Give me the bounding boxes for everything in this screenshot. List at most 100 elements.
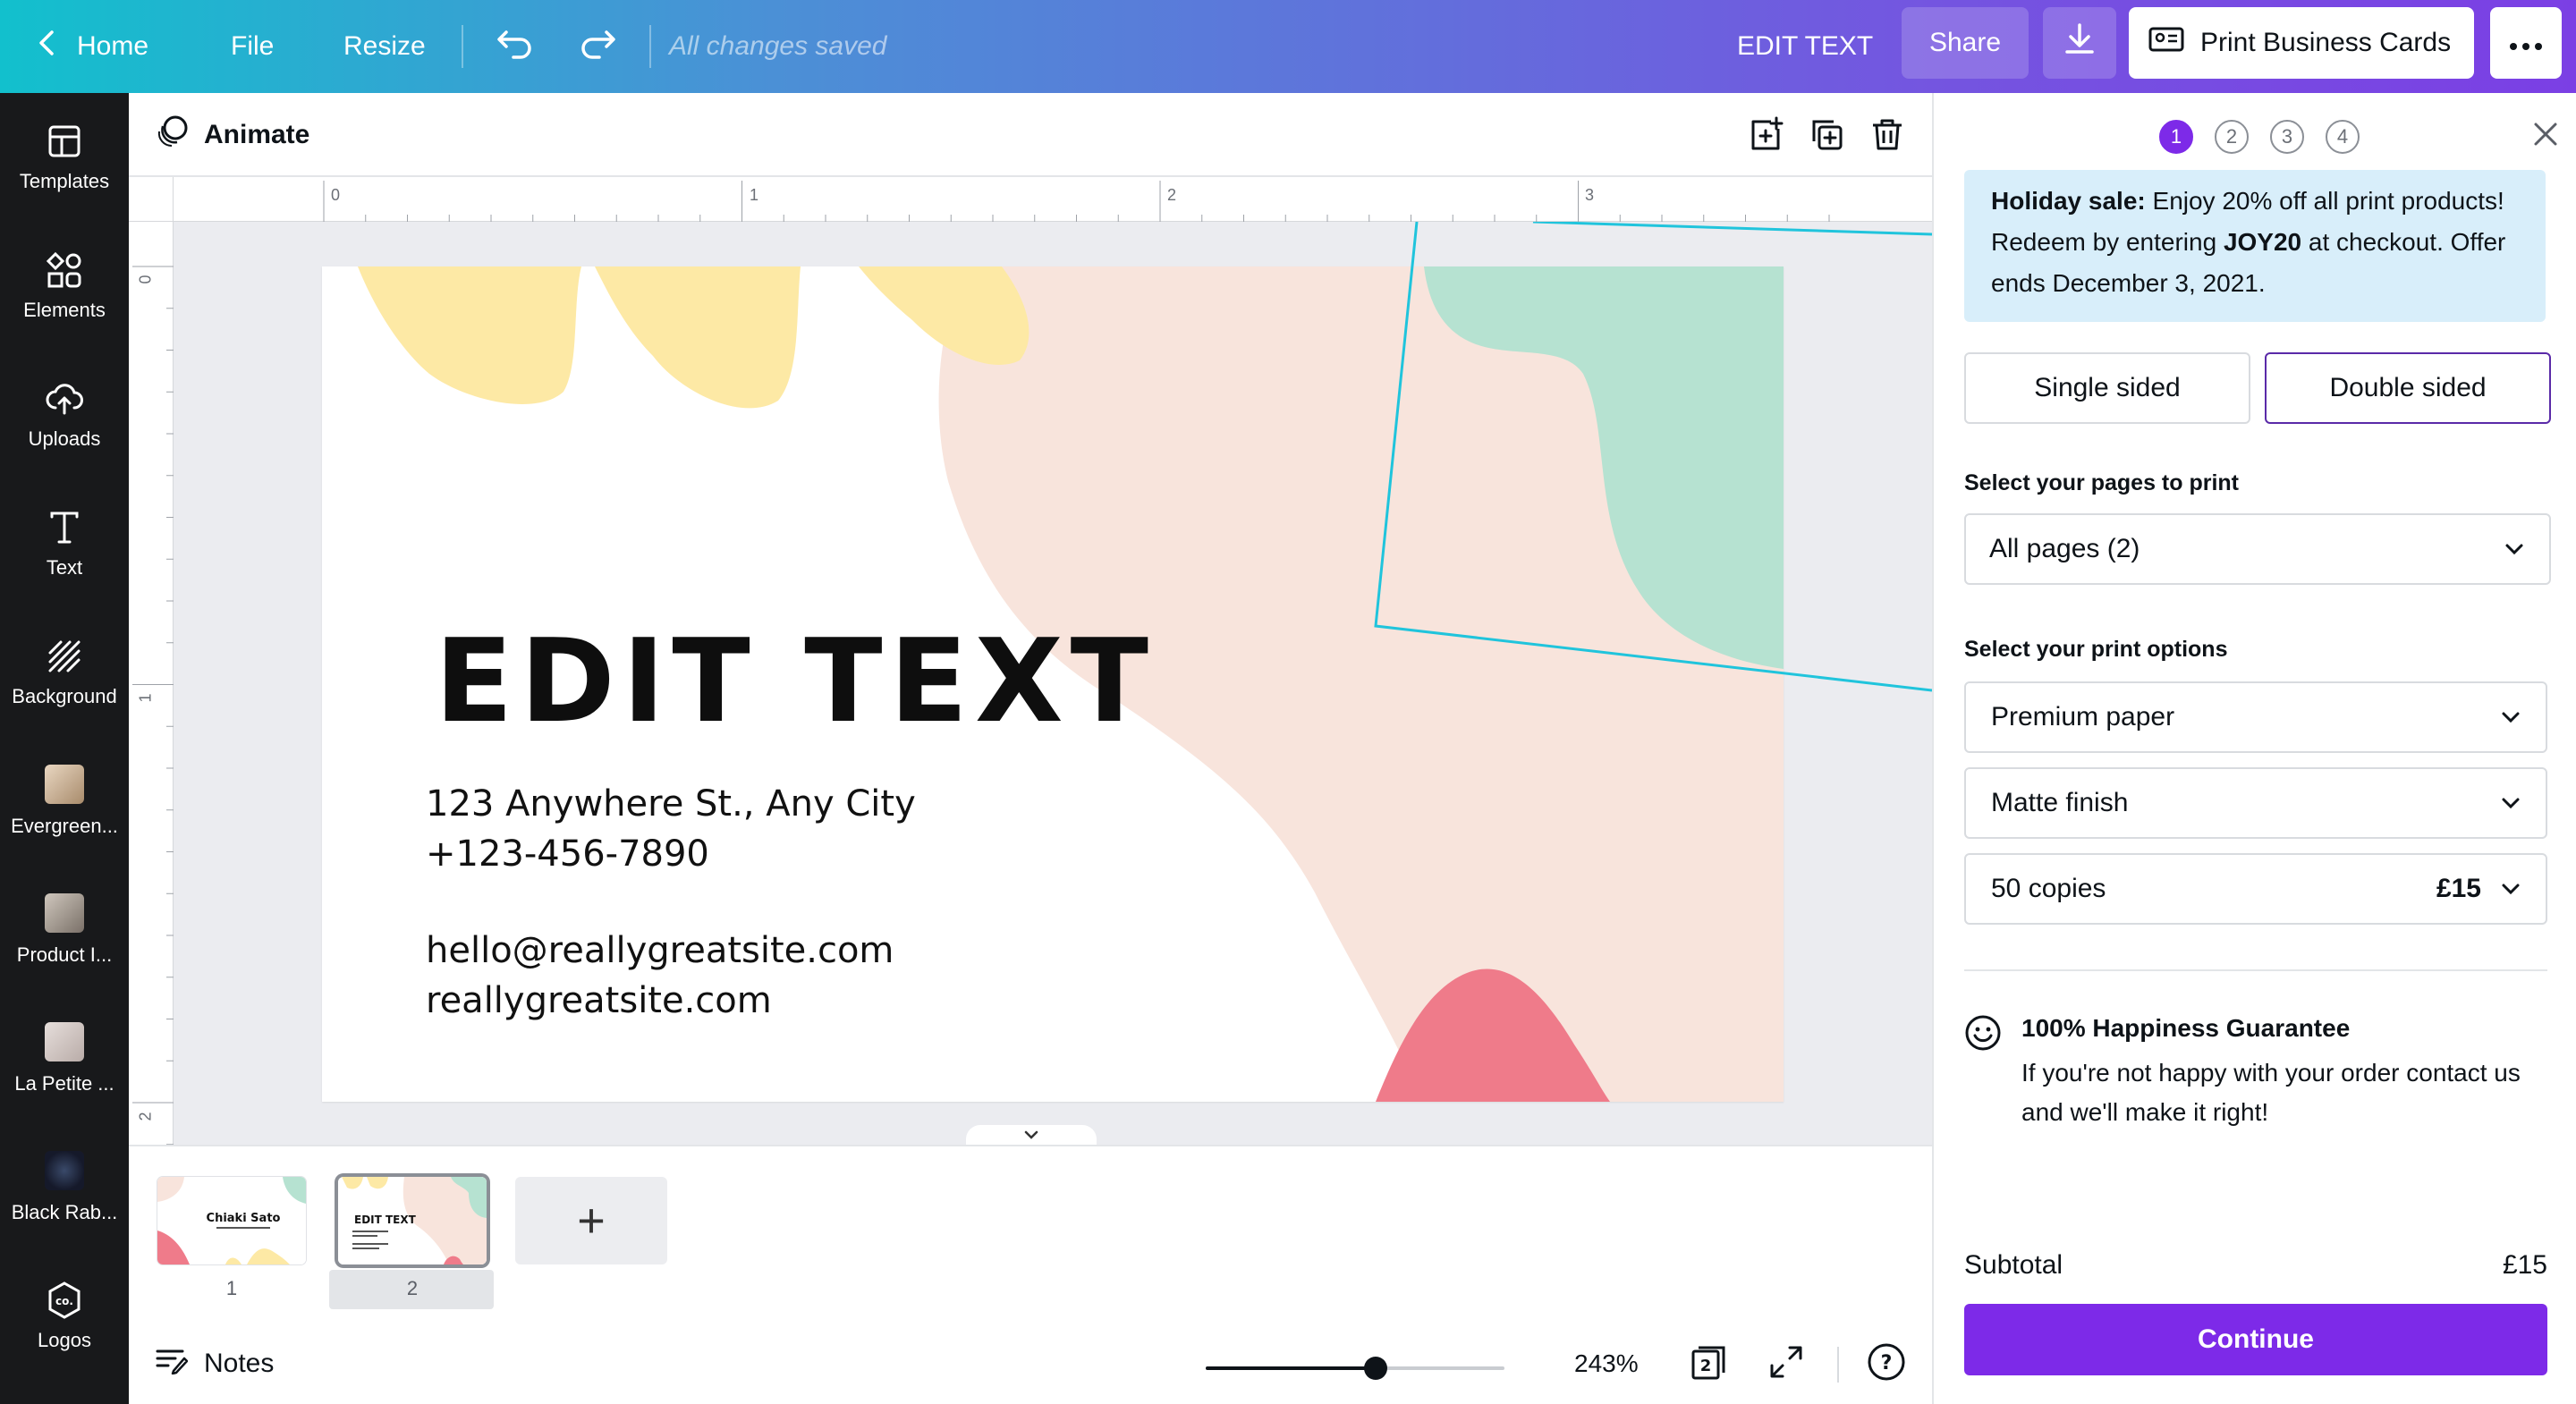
card-title-text[interactable]: EDIT TEXT: [435, 615, 1156, 749]
black-rabbit-thumb: [45, 1151, 84, 1190]
duplicate-page-button[interactable]: [1805, 114, 1848, 157]
redo-icon: [578, 27, 617, 66]
sidebar-item-uploads[interactable]: Uploads: [0, 351, 129, 479]
add-page-tile[interactable]: +: [515, 1177, 667, 1264]
double-sided-option[interactable]: Double sided: [2265, 352, 2551, 424]
share-button[interactable]: Share: [1902, 7, 2029, 79]
yellow-blob: [358, 266, 581, 404]
sidebar-item-background[interactable]: Background: [0, 608, 129, 737]
divider: [1964, 969, 2547, 971]
sidebar-item-label: La Petite ...: [14, 1072, 114, 1095]
thumb-text: Chiaki Sato: [207, 1212, 281, 1225]
step-indicator: 1 2 3 4: [1934, 114, 2576, 156]
card-email[interactable]: hello@reallygreatsite.com: [426, 930, 894, 971]
print-business-cards-button[interactable]: Print Business Cards: [2129, 7, 2474, 79]
sidebar-item-product[interactable]: Product I...: [0, 866, 129, 994]
page-number: 2: [406, 1277, 419, 1299]
sidebar-item-evergreen[interactable]: Evergreen...: [0, 737, 129, 866]
save-status: All changes saved: [669, 31, 887, 61]
undo-icon: [496, 27, 535, 66]
page-thumbnail-2[interactable]: EDIT TEXT: [338, 1177, 487, 1264]
card-phone[interactable]: +123-456-7890: [426, 833, 709, 875]
subtotal-row: Subtotal £15: [1964, 1250, 2547, 1281]
pages-label: Select your pages to print: [1964, 470, 2240, 495]
guarantee-title: 100% Happiness Guarantee: [2021, 1014, 2351, 1042]
single-sided-option[interactable]: Single sided: [1964, 352, 2250, 424]
pages-strip: Chiaki Sato 1 EDIT TEXT 2 +: [129, 1145, 1932, 1324]
elements-icon: [45, 250, 84, 290]
chevron-left-icon: [36, 29, 57, 64]
zoom-slider-handle[interactable]: [1364, 1357, 1388, 1380]
canvas-stage[interactable]: EDIT TEXT 123 Anywhere St., Any City +12…: [174, 222, 1932, 1145]
paper-select[interactable]: Premium paper: [1964, 681, 2547, 753]
copies-select[interactable]: 50 copies £15: [1964, 853, 2547, 925]
page-thumbnail-1[interactable]: Chiaki Sato: [157, 1177, 306, 1264]
ruler-top-ticks: [323, 181, 1830, 222]
page-thumbnail-art: EDIT TEXT: [338, 1177, 487, 1264]
svg-text:co.: co.: [55, 1295, 73, 1307]
more-button[interactable]: [2490, 7, 2562, 79]
editor-toolbar: Animate: [129, 93, 1932, 177]
card-address[interactable]: 123 Anywhere St., Any City: [426, 783, 916, 825]
pages-icon: 2: [1690, 1342, 1729, 1386]
download-button[interactable]: [2043, 7, 2116, 79]
step-1[interactable]: 1: [2159, 120, 2193, 154]
zoom-slider[interactable]: [1206, 1357, 1504, 1380]
sidebar-item-label: Background: [12, 685, 117, 707]
redo-button[interactable]: [578, 0, 617, 93]
sidebar-item-la-petite[interactable]: La Petite ...: [0, 994, 129, 1123]
undo-button[interactable]: [496, 0, 535, 93]
file-menu[interactable]: File: [231, 0, 274, 93]
card-website[interactable]: reallygreatsite.com: [426, 980, 772, 1021]
animate-button[interactable]: Animate: [154, 93, 309, 177]
continue-button[interactable]: Continue: [1964, 1304, 2547, 1375]
home-button[interactable]: Home: [36, 0, 148, 93]
copies-select-value: 50 copies: [1991, 874, 2106, 903]
add-page-icon: [1748, 116, 1784, 156]
ruler-left-ticks: [132, 266, 174, 1145]
divider: [462, 25, 463, 68]
step-2[interactable]: 2: [2215, 120, 2249, 154]
pages-select[interactable]: All pages (2): [1964, 513, 2551, 585]
guarantee-body: If you're not happy with your order cont…: [2021, 1059, 2521, 1126]
promo-banner: Holiday sale: Enjoy 20% off all print pr…: [1964, 170, 2546, 322]
ruler-left-label: 1: [136, 693, 155, 703]
sidebar-item-label: Uploads: [28, 427, 101, 450]
more-dots-icon: [2508, 28, 2544, 58]
ruler-left-label: 2: [136, 1112, 155, 1121]
sidebar-item-elements[interactable]: Elements: [0, 222, 129, 351]
bottom-bar: Notes 243% 2 ?: [129, 1324, 1932, 1404]
chevron-down-icon: [2499, 706, 2522, 729]
notes-button[interactable]: Notes: [156, 1324, 274, 1404]
print-panel: 1 2 3 4 Holiday sale: Enjoy 20% off all …: [1932, 93, 2576, 1404]
ruler-top: 0 1 2 3: [174, 177, 1932, 222]
sidebar-item-templates[interactable]: Templates: [0, 93, 129, 222]
page-number: 1: [225, 1277, 238, 1299]
smiley-icon: [1964, 1014, 2002, 1056]
add-page-button[interactable]: [1744, 114, 1787, 157]
sidebar-item-logos[interactable]: co. Logos: [0, 1252, 129, 1381]
sidebar-item-text[interactable]: Text: [0, 479, 129, 608]
resize-button[interactable]: Resize: [343, 0, 426, 93]
thumb-text: EDIT TEXT: [354, 1214, 417, 1226]
duplicate-icon: [1809, 116, 1844, 156]
finish-select[interactable]: Matte finish: [1964, 767, 2547, 839]
step-3[interactable]: 3: [2270, 120, 2304, 154]
ruler-top-label: 1: [750, 186, 759, 204]
step-4[interactable]: 4: [2326, 120, 2360, 154]
help-button[interactable]: ?: [1866, 1343, 1907, 1384]
sidebar-item-black-rabbit[interactable]: Black Rab...: [0, 1123, 129, 1252]
finish-select-value: Matte finish: [1991, 788, 2129, 817]
top-bar: Home File Resize All changes saved EDIT …: [0, 0, 2576, 93]
business-card-page[interactable]: EDIT TEXT 123 Anywhere St., Any City +12…: [322, 266, 1784, 1102]
zoom-level[interactable]: 243%: [1574, 1324, 1639, 1404]
delete-page-button[interactable]: [1866, 114, 1909, 157]
document-title[interactable]: EDIT TEXT: [1737, 0, 1873, 93]
text-icon: [45, 508, 84, 547]
page-count-button[interactable]: 2: [1689, 1343, 1730, 1384]
ruler-top-label: 2: [1167, 186, 1177, 204]
sidebar-item-label: Text: [46, 556, 83, 579]
help-icon: ?: [1867, 1342, 1906, 1386]
close-panel-button[interactable]: [2526, 116, 2565, 156]
fullscreen-button[interactable]: [1766, 1343, 1807, 1384]
